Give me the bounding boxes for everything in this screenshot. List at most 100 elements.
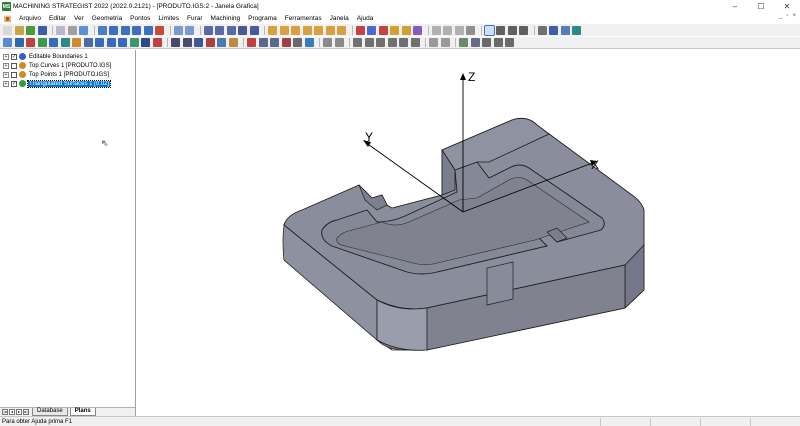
network-icon[interactable] xyxy=(217,38,226,47)
open-file-icon[interactable] xyxy=(14,25,24,35)
zoom-window-icon[interactable] xyxy=(185,25,194,35)
sim-pause-icon[interactable] xyxy=(443,25,452,35)
picture-icon[interactable] xyxy=(293,38,302,47)
tool-settings-icon[interactable] xyxy=(334,38,344,47)
tree-item-top-points[interactable]: + Top Points 1 [PRODUTO.IGS] xyxy=(3,70,110,79)
feature-icon[interactable] xyxy=(401,25,411,35)
rotate-icon[interactable] xyxy=(203,25,213,35)
pan-icon[interactable] xyxy=(215,25,224,35)
menu-ajuda[interactable]: Ajuda xyxy=(353,15,378,22)
menu-machining[interactable]: Machining xyxy=(207,15,245,22)
shape-teal-icon[interactable] xyxy=(60,38,70,47)
menu-pontos[interactable]: Pontos xyxy=(126,15,154,22)
join-toolpath-icon[interactable] xyxy=(376,38,385,47)
arc-icon[interactable] xyxy=(507,25,517,35)
split-toolpath-icon[interactable] xyxy=(387,38,397,47)
tree-checkbox[interactable]: ✓ xyxy=(11,53,17,60)
toolpath-icon[interactable] xyxy=(378,25,388,35)
shape-green-icon[interactable] xyxy=(37,38,47,47)
diamond-red-icon[interactable] xyxy=(205,38,215,47)
view-side-icon[interactable] xyxy=(120,25,130,35)
block-bottom-icon[interactable] xyxy=(325,25,335,35)
calculate-icon[interactable] xyxy=(413,25,422,35)
tab-database[interactable]: Database xyxy=(32,408,68,416)
sim-stop-icon[interactable] xyxy=(454,25,464,35)
mdi-restore-button[interactable]: ▫ xyxy=(786,13,788,19)
sim-start-icon[interactable] xyxy=(431,25,441,35)
copy-toolpath-icon[interactable] xyxy=(364,38,374,47)
document-icon[interactable]: ▣ xyxy=(3,14,12,23)
zoom-fit-icon[interactable] xyxy=(173,25,183,35)
tree-item-top-curves[interactable]: + Top Curves 1 [PRODUTO.IGS] xyxy=(3,61,112,70)
text-icon[interactable] xyxy=(482,38,491,47)
flag-icon[interactable] xyxy=(152,38,162,47)
diamond-icon[interactable] xyxy=(171,38,180,47)
image-icon[interactable] xyxy=(258,38,268,47)
zoom-icon[interactable] xyxy=(226,25,236,35)
tree-expander[interactable]: + xyxy=(3,62,9,69)
view-top-icon[interactable] xyxy=(132,25,141,35)
tab-next-button[interactable]: ▸ xyxy=(16,409,22,415)
menu-ver[interactable]: Ver xyxy=(70,15,88,22)
help-icon[interactable] xyxy=(79,25,88,35)
grid-points-icon[interactable] xyxy=(496,25,505,35)
maximize-button[interactable]: ☐ xyxy=(748,0,774,13)
grid-icon[interactable] xyxy=(519,25,528,35)
close-button[interactable]: ✕ xyxy=(774,0,800,13)
layers-icon[interactable] xyxy=(549,25,558,35)
tree-checkbox[interactable] xyxy=(11,62,17,69)
block-top-icon[interactable] xyxy=(279,25,289,35)
arrow-down-alt-icon[interactable] xyxy=(106,38,116,47)
tree-item-triangulated-surfaces[interactable]: + ✓ Triangulated Surfaces 1 [0.02] xyxy=(3,79,112,88)
holder-icon[interactable] xyxy=(367,25,376,35)
tree-expander[interactable]: + xyxy=(3,71,9,78)
filter-icon[interactable] xyxy=(323,38,332,47)
tab-prev-button[interactable]: ◂ xyxy=(9,409,15,415)
info-icon[interactable] xyxy=(493,38,503,47)
tab-plans[interactable]: Plans xyxy=(69,408,96,416)
menu-ferramentas[interactable]: Ferramentas xyxy=(281,15,326,22)
view-axes-icon[interactable] xyxy=(97,25,107,35)
sim-settings-icon[interactable] xyxy=(466,25,475,35)
trim-toolpath-icon[interactable] xyxy=(410,38,420,47)
pencil-icon[interactable] xyxy=(14,38,24,47)
diamond-alt-icon[interactable] xyxy=(182,38,192,47)
menu-programa[interactable]: Programa xyxy=(244,15,281,22)
mdi-close-button[interactable]: × xyxy=(792,13,796,19)
shape-red-icon[interactable] xyxy=(26,38,35,47)
tree-checkbox[interactable] xyxy=(11,71,17,78)
new-file-icon[interactable] xyxy=(3,25,12,35)
save-icon[interactable] xyxy=(37,25,47,35)
point-mode-icon[interactable] xyxy=(483,24,495,36)
orbit-icon[interactable] xyxy=(238,25,247,35)
block-side-icon[interactable] xyxy=(302,25,312,35)
print-icon[interactable] xyxy=(67,25,77,35)
tree-expander[interactable]: + xyxy=(3,53,9,60)
menu-editar[interactable]: Editar xyxy=(45,15,70,22)
arrow-down-bold-icon[interactable] xyxy=(118,38,127,47)
block-iso-icon[interactable] xyxy=(314,25,323,35)
shape-orange-icon[interactable] xyxy=(72,38,81,47)
shape-blue-icon[interactable] xyxy=(49,38,58,47)
edit-toolpath-icon[interactable] xyxy=(353,38,362,47)
refresh-view-icon[interactable] xyxy=(249,25,259,35)
tree-checkbox[interactable]: ✓ xyxy=(11,80,17,87)
arrow-down-icon[interactable] xyxy=(95,38,104,47)
mdi-minimize-button[interactable]: _ xyxy=(779,13,782,19)
graphics-viewport[interactable]: Z Y X xyxy=(137,50,800,416)
arrow-down-dark-icon[interactable] xyxy=(141,38,150,47)
tool-icon[interactable] xyxy=(355,25,365,35)
camera-icon[interactable] xyxy=(3,38,12,47)
cube-icon[interactable] xyxy=(228,38,238,47)
tab-first-button[interactable]: |◂ xyxy=(2,409,8,415)
view-iso-icon[interactable] xyxy=(143,25,153,35)
select-icon[interactable] xyxy=(440,38,450,47)
menu-janela[interactable]: Janela xyxy=(326,15,353,22)
drill-icon[interactable] xyxy=(390,25,399,35)
menu-arquivo[interactable]: Arquivo xyxy=(15,15,45,22)
palette-icon[interactable] xyxy=(304,38,314,47)
surface-icon[interactable] xyxy=(83,38,93,47)
block-front-icon[interactable] xyxy=(291,25,300,35)
funnel-icon[interactable] xyxy=(470,38,480,47)
tree-item-editable-boundaries[interactable]: + ✓ Editable Boundaries 1 xyxy=(3,52,89,61)
